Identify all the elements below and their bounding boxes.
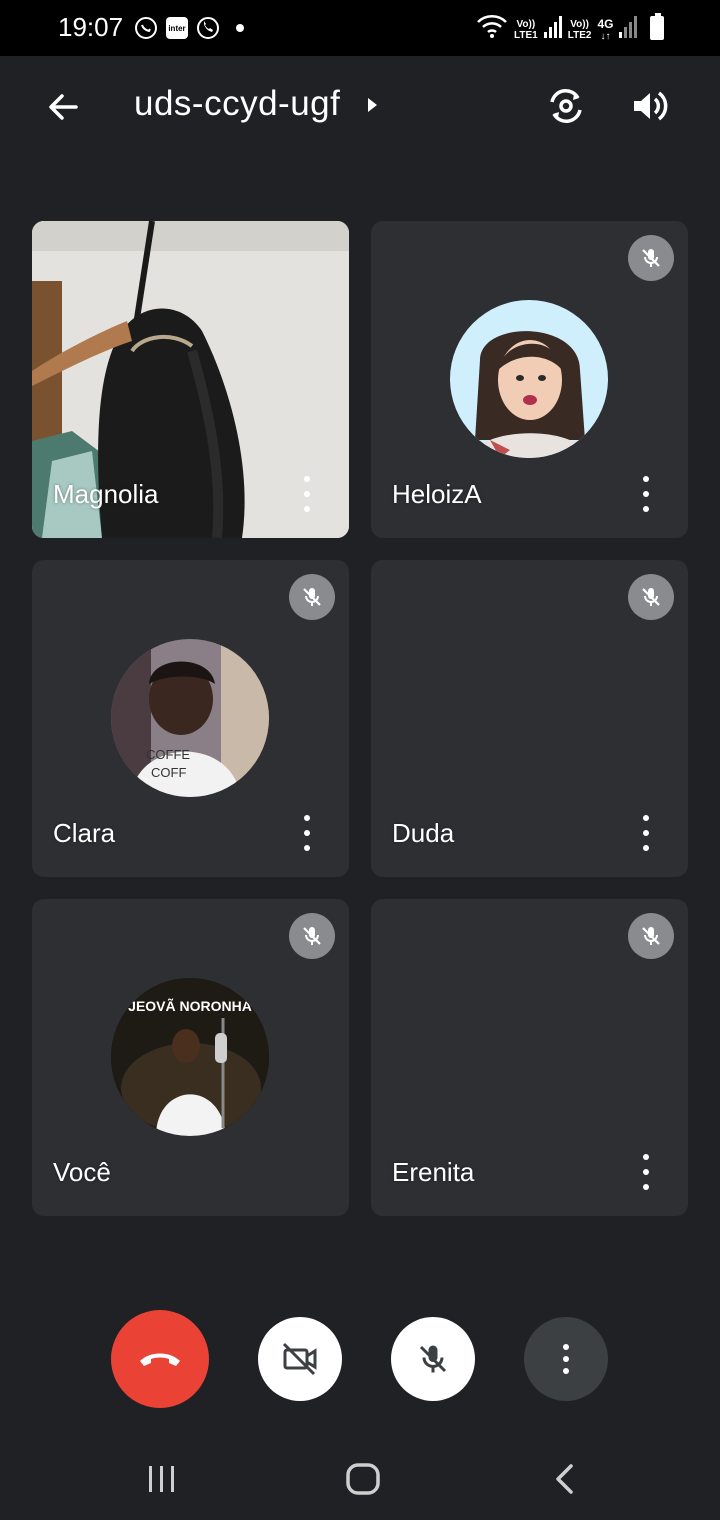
hang-up-icon [140,1353,180,1366]
avatar [450,300,608,458]
back-nav-button[interactable] [550,1462,580,1496]
signal-bars-1-icon [543,16,562,43]
participant-name: Clara [53,818,116,848]
status-right: Vo)) LTE1 Vo)) LTE2 4G ↓↑ [476,14,638,45]
participant-tile[interactable]: HeloizA [371,221,688,538]
home-icon [346,1463,380,1495]
mic-off-icon [289,574,335,620]
participant-name: Magnolia [53,479,159,509]
participant-name: Erenita [392,1157,475,1187]
svg-text:COFF: COFF [151,765,186,780]
participant-tile[interactable]: COFFE COFF Clara [32,560,349,877]
more-vert-icon[interactable] [295,476,319,512]
chevron-left-icon [556,1464,573,1494]
back-button[interactable] [42,86,84,128]
status-bar: 19:07 inter Vo)) LTE1 Vo)) LTE2 4G ↓↑ [0,0,720,56]
mic-off-icon [419,1345,447,1373]
participant-name: Duda [392,818,455,848]
sim1-volte: Vo)) [516,18,536,30]
sim1-label: Vo)) LTE1 [514,19,538,41]
wifi-icon [476,14,508,45]
sim2-volte: Vo)) [570,18,589,30]
more-vert-icon[interactable] [634,815,658,851]
avatar: JEOVÃ NORONHA [111,978,269,1136]
participant-tile[interactable]: JEOVÃ NORONHA Você [32,899,349,1216]
avatar-banner: JEOVÃ NORONHA [128,998,252,1014]
mic-off-icon [628,235,674,281]
videocam-off-icon [282,1342,317,1376]
mic-off-button[interactable] [391,1317,475,1401]
battery-icon [650,13,664,40]
recent-apps-button[interactable] [146,1464,178,1494]
inter-label: inter [168,23,186,33]
end-call-button[interactable] [111,1310,209,1408]
svg-text:COFFE: COFFE [146,747,190,762]
participant-tile[interactable]: Erenita [371,899,688,1216]
more-options-button[interactable] [524,1317,608,1401]
caret-right-icon[interactable] [366,96,380,119]
navigation-bar [0,1438,720,1520]
dot-icon [228,16,252,40]
recent-apps-icon [149,1466,174,1492]
sim1-lte: LTE1 [514,29,538,41]
camera-off-button[interactable] [258,1317,342,1401]
participant-tile[interactable]: Duda [371,560,688,877]
more-vert-icon [562,1344,570,1374]
mic-off-icon [628,913,674,959]
whatsapp-icon [134,16,158,40]
mic-off-icon [628,574,674,620]
meeting-code[interactable]: uds-ccyd-ugf [134,84,340,124]
call-controls [0,1300,720,1420]
notification-icons: inter [134,16,252,40]
sim2-lte: LTE2 [567,29,592,41]
whatsapp-call-icon [196,16,220,40]
network-4g: 4G [597,17,614,31]
more-vert-icon[interactable] [634,476,658,512]
signal-bars-2-icon [619,16,638,43]
inter-app-icon: inter [166,17,188,39]
more-vert-icon[interactable] [634,1154,658,1190]
participant-name: Você [53,1157,111,1187]
mic-off-icon [289,913,335,959]
network-type: 4G ↓↑ [597,17,614,42]
speaker-button[interactable] [628,84,672,128]
more-vert-icon[interactable] [295,815,319,851]
status-time: 19:07 [58,12,124,42]
participant-tile[interactable]: Magnolia [32,221,349,538]
avatar: COFFE COFF [111,639,269,797]
participant-name: HeloizA [392,479,482,509]
switch-camera-button[interactable] [544,84,588,128]
meeting-header: uds-ccyd-ugf [0,56,720,156]
home-button[interactable] [345,1462,381,1496]
sim2-label: Vo)) LTE2 [568,19,592,41]
